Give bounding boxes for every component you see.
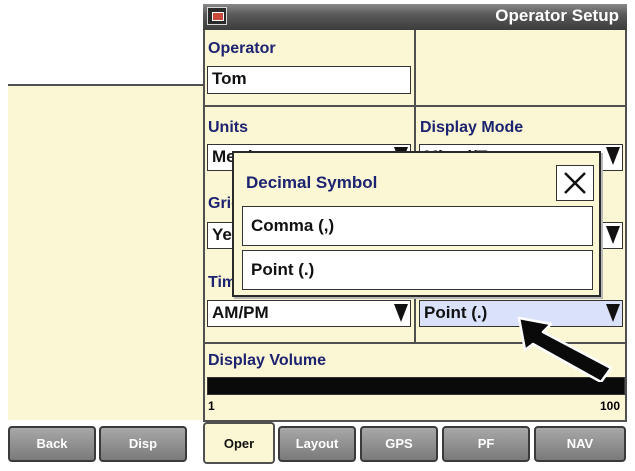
decimal-symbol-dialog: Decimal Symbol Comma (,) Point (.) [232,151,601,297]
grid-cell[interactable] [164,44,205,86]
grid-cell[interactable] [86,4,127,46]
grid-cell[interactable] [164,4,205,46]
title-bar: Operator Setup [203,4,627,30]
grid-cell[interactable] [125,4,166,46]
operator-field[interactable]: Tom [207,66,411,94]
grid-cell[interactable] [125,44,166,86]
grid-cell[interactable] [47,4,88,46]
display-volume-label: Display Volume [208,352,326,369]
pointer-arrow-icon [517,316,613,382]
close-button[interactable] [556,165,594,201]
option-point[interactable]: Point (.) [242,250,593,290]
tab-gps[interactable]: GPS [360,426,438,462]
tab-oper[interactable]: Oper [203,422,275,464]
volume-max-label: 100 [600,399,621,413]
tab-layout[interactable]: Layout [278,426,356,462]
volume-min-label: 1 [208,399,215,413]
dialog-title: Decimal Symbol [246,173,378,192]
time-dropdown-arrow-icon[interactable] [393,302,409,324]
option-comma[interactable]: Comma (,) [242,206,593,246]
grid-cell[interactable] [8,44,49,86]
time-format-value: AM/PM [212,303,269,322]
grid-cell[interactable] [8,4,49,46]
display-mode-label: Display Mode [420,119,524,136]
right-middle-dropdown-arrow-icon[interactable] [605,224,621,246]
row-divider [205,105,625,107]
page-title: Operator Setup [495,6,619,25]
close-icon [564,172,586,194]
tab-pf[interactable]: PF [442,426,530,462]
left-panel [8,86,205,420]
display-mode-dropdown-arrow-icon[interactable] [605,145,621,167]
tab-disp[interactable]: Disp [99,426,187,462]
time-format-dropdown[interactable]: AM/PM [207,300,411,327]
tab-nav[interactable]: NAV [534,426,626,462]
tab-back[interactable]: Back [8,426,96,462]
grid-cell[interactable] [86,44,127,86]
display-icon [207,7,227,25]
units-label: Units [208,119,248,136]
operator-label: Operator [208,40,276,57]
decimal-symbol-value: Point (.) [424,303,488,322]
grid-cell[interactable] [47,44,88,86]
